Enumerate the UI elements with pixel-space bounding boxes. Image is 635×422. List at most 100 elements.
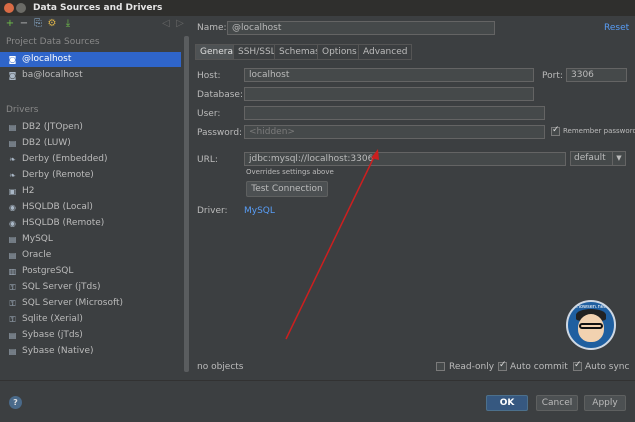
driver-label: HSQLDB (Remote) [22, 218, 105, 228]
window-minimize-icon[interactable] [16, 3, 26, 13]
driver-label: SQL Server (Microsoft) [22, 298, 124, 308]
driver-icon: ▤ [8, 235, 17, 244]
window-title: Data Sources and Drivers [33, 3, 163, 13]
driver-item[interactable]: ⚿ SQL Server (Microsoft) [0, 296, 181, 311]
name-input[interactable]: @localhost [227, 21, 495, 35]
driver-icon: ▣ [8, 187, 17, 196]
driver-item[interactable]: ⚿ Sqlite (Xerial) [0, 312, 181, 327]
driver-label: Sybase (Native) [22, 346, 94, 356]
copy-icon[interactable]: ⎘ [32, 18, 44, 30]
driver-item[interactable]: ❧ Derby (Remote) [0, 168, 181, 183]
url-input[interactable]: jdbc:mysql://localhost:3306 [244, 152, 566, 166]
driver-item[interactable]: ▤ MySQL [0, 232, 181, 247]
driver-item[interactable]: ▣ H2 [0, 184, 181, 199]
auto-commit-checkbox[interactable] [498, 360, 507, 371]
avatar-glasses [579, 323, 603, 329]
dialog-button-bar: ? OK Cancel Apply [0, 380, 635, 422]
driver-item[interactable]: ▤ Sybase (Native) [0, 344, 181, 359]
driver-item[interactable]: ▤ DB2 (JTOpen) [0, 120, 181, 135]
window-close-icon[interactable] [4, 3, 14, 13]
overrides-note: Overrides settings above [246, 168, 334, 176]
cancel-button[interactable]: Cancel [536, 395, 578, 411]
tab-options[interactable]: Options [317, 44, 362, 60]
driver-label: PostgreSQL [22, 266, 74, 276]
driver-label: Oracle [22, 250, 52, 260]
driver-icon: ▤ [8, 139, 17, 148]
driver-item[interactable]: ◉ HSQLDB (Remote) [0, 216, 181, 231]
driver-label: MySQL [22, 234, 53, 244]
database-icon: ◙ [8, 55, 17, 64]
derby-icon: ❧ [9, 171, 16, 180]
driver-item[interactable]: ◉ HSQLDB (Local) [0, 200, 181, 215]
left-scrollbar[interactable] [184, 36, 189, 372]
settings-icon[interactable]: ⚙ [46, 18, 58, 30]
chevron-down-icon: ▼ [612, 152, 625, 165]
auto-commit-label: Auto commit [510, 362, 568, 372]
port-label: Port: [542, 71, 563, 81]
read-only-checkbox[interactable] [436, 362, 445, 371]
help-icon[interactable]: ? [9, 396, 22, 409]
data-source-label: @localhost [22, 54, 72, 64]
add-icon[interactable]: + [4, 18, 16, 30]
database-input[interactable] [244, 87, 534, 101]
driver-item[interactable]: ▤ Oracle [0, 248, 181, 263]
ok-button[interactable]: OK [486, 395, 528, 411]
import-icon[interactable]: ⤓ [62, 18, 74, 30]
remember-password-checkbox[interactable] [551, 125, 560, 136]
driver-label: H2 [22, 186, 35, 196]
name-label: Name: [197, 23, 227, 33]
driver-icon: ▥ [8, 267, 17, 276]
drivers-header: Drivers [6, 105, 39, 115]
database-icon: ◙ [8, 71, 17, 80]
objects-status: no objects [197, 362, 244, 372]
driver-icon: ⚿ [9, 315, 16, 324]
driver-icon: ▤ [8, 331, 17, 340]
port-input[interactable]: 3306 [566, 68, 627, 82]
derby-icon: ❧ [9, 155, 16, 164]
url-mode-select[interactable]: default ▼ [570, 151, 626, 166]
driver-icon: ⚿ [9, 283, 16, 292]
driver-label: Sqlite (Xerial) [22, 314, 83, 324]
driver-label: Sybase (jTds) [22, 330, 83, 340]
remember-password-label: Remember password [563, 127, 635, 135]
tab-advanced[interactable]: Advanced [358, 44, 413, 60]
url-mode-value: default [574, 153, 606, 163]
auto-sync-label: Auto sync [585, 362, 630, 372]
data-source-item[interactable]: ◙ ba@localhost [0, 68, 181, 83]
driver-item[interactable]: ▤ DB2 (LUW) [0, 136, 181, 151]
read-only-label: Read-only [449, 362, 495, 372]
url-label: URL: [197, 155, 218, 165]
password-input[interactable]: <hidden> [244, 125, 545, 139]
data-source-label: ba@localhost [22, 70, 83, 80]
driver-item[interactable]: ⚿ SQL Server (jTds) [0, 280, 181, 295]
forward-icon[interactable]: ▷ [174, 18, 186, 30]
driver-label: DB2 (LUW) [22, 138, 71, 148]
driver-label: Derby (Embedded) [22, 154, 108, 164]
remove-icon[interactable]: − [18, 18, 30, 30]
driver-link[interactable]: MySQL [244, 206, 275, 216]
driver-item[interactable]: ▤ Sybase (jTds) [0, 328, 181, 343]
left-panel: + − ⎘ ⚙ ⤓ ◁ ▷ Project Data Sources ◙ @lo… [0, 16, 190, 380]
watermark-avatar: Howsen.net [566, 300, 616, 350]
title-bar: Data Sources and Drivers [0, 0, 635, 16]
database-label: Database: [197, 90, 243, 100]
driver-icon: ◉ [9, 219, 16, 228]
back-icon[interactable]: ◁ [160, 18, 172, 30]
reset-link[interactable]: Reset [604, 23, 629, 33]
host-label: Host: [197, 71, 221, 81]
data-source-item[interactable]: ◙ @localhost [0, 52, 181, 67]
driver-label: Derby (Remote) [22, 170, 94, 180]
user-input[interactable] [244, 106, 545, 120]
apply-button[interactable]: Apply [584, 395, 626, 411]
driver-item[interactable]: ❧ Derby (Embedded) [0, 152, 181, 167]
password-label: Password: [197, 128, 243, 138]
driver-item[interactable]: ▥ PostgreSQL [0, 264, 181, 279]
auto-sync-checkbox[interactable] [573, 360, 582, 371]
test-connection-button[interactable]: Test Connection [246, 181, 328, 197]
driver-icon: ⚿ [9, 299, 16, 308]
host-input[interactable]: localhost [244, 68, 534, 82]
driver-icon: ◉ [9, 203, 16, 212]
driver-icon: ▤ [8, 347, 17, 356]
data-source-toolbar: + − ⎘ ⚙ ⤓ ◁ ▷ [0, 16, 190, 34]
driver-label: SQL Server (jTds) [22, 282, 101, 292]
